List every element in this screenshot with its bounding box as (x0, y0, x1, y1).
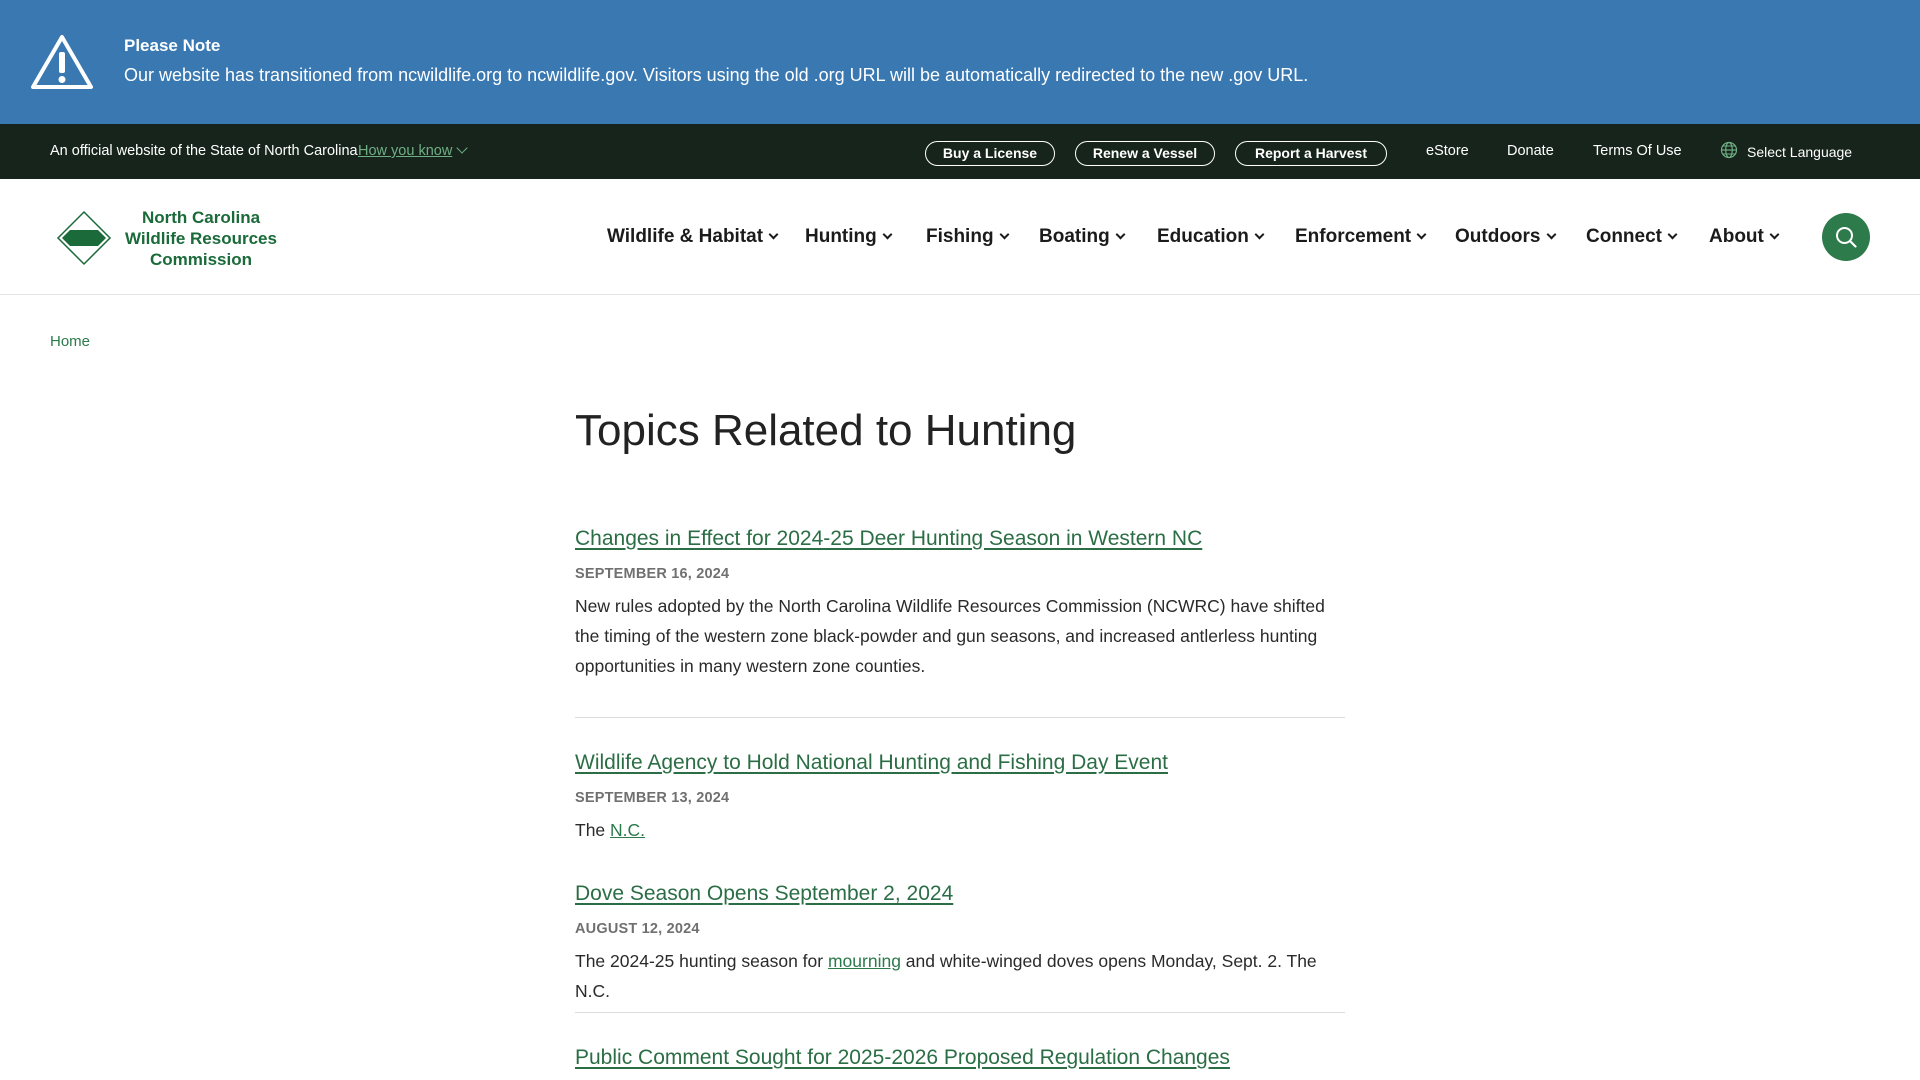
article-summary: The N.C. (575, 815, 1345, 845)
estore-link[interactable]: eStore (1426, 143, 1469, 159)
how-you-know-label: How you know (358, 143, 453, 159)
nav-label: Enforcement (1295, 226, 1412, 247)
site-header: North Carolina Wildlife Resources Commis… (0, 179, 1920, 295)
ncwrc-logo-diamond-icon[interactable] (56, 210, 112, 266)
chevron-down-icon (882, 229, 893, 240)
summary-inline-link[interactable]: N.C. (610, 820, 645, 840)
nav-label: Wildlife & Habitat (607, 226, 764, 247)
alert-title: Please Note (124, 36, 221, 55)
how-you-know-link[interactable]: How you know (358, 142, 468, 159)
chevron-down-icon (1769, 229, 1780, 240)
buy-license-button[interactable]: Buy a License (925, 141, 1055, 166)
nav-label: Hunting (805, 226, 877, 247)
nav-label: Education (1157, 226, 1249, 247)
chevron-down-icon (1546, 229, 1556, 240)
list-item: Wildlife Agency to Hold National Hunting… (575, 751, 1345, 845)
terms-of-use-link[interactable]: Terms Of Use (1593, 143, 1682, 159)
page-title: Topics Related to Hunting (575, 406, 1077, 455)
logo-line: North Carolina (141, 208, 261, 227)
nav-label: Fishing (926, 226, 994, 247)
list-item: Public Comment Sought for 2025-2026 Prop… (575, 1046, 1345, 1070)
report-harvest-button[interactable]: Report a Harvest (1235, 141, 1387, 166)
nav-item-boating[interactable]: Boating (1039, 226, 1126, 248)
logo-line: Wildlife Resources (125, 229, 277, 248)
renew-vessel-button[interactable]: Renew a Vessel (1075, 141, 1215, 166)
nav-label: Outdoors (1455, 226, 1541, 247)
nav-item-wildlife-habitat[interactable]: Wildlife & Habitat (607, 226, 779, 248)
nav-item-outdoors[interactable]: Outdoors (1455, 226, 1556, 248)
select-language-link[interactable]: Select Language (1747, 144, 1852, 160)
article-summary: The 2024-25 hunting season for mourning … (575, 946, 1345, 1006)
site-logo-text[interactable]: North Carolina Wildlife Resources Commis… (116, 207, 286, 270)
nav-item-hunting[interactable]: Hunting (805, 226, 893, 248)
article-title-link[interactable]: Wildlife Agency to Hold National Hunting… (575, 751, 1345, 775)
nav-item-connect[interactable]: Connect (1586, 226, 1678, 248)
warning-triangle-icon (31, 35, 93, 89)
list-item: Dove Season Opens September 2, 2024 AUGU… (575, 882, 1345, 1006)
nav-item-enforcement[interactable]: Enforcement (1295, 226, 1427, 248)
alert-message: Our website has transitioned from ncwild… (124, 65, 1309, 85)
article-date: SEPTEMBER 13, 2024 (575, 790, 730, 806)
article-date: SEPTEMBER 16, 2024 (575, 566, 730, 582)
divider (575, 1012, 1345, 1013)
article-title-link[interactable]: Dove Season Opens September 2, 2024 (575, 882, 1345, 906)
nav-label: About (1709, 226, 1764, 247)
nav-label: Boating (1039, 226, 1110, 247)
list-item: Changes in Effect for 2024-25 Deer Hunti… (575, 527, 1345, 681)
article-date: AUGUST 12, 2024 (575, 921, 700, 937)
divider (575, 717, 1345, 718)
summary-text: The (575, 820, 611, 840)
chevron-down-icon (456, 142, 468, 154)
summary-text: The 2024-25 hunting season for (575, 951, 828, 971)
donate-link[interactable]: Donate (1507, 143, 1554, 159)
article-title-link[interactable]: Public Comment Sought for 2025-2026 Prop… (575, 1046, 1345, 1070)
globe-icon[interactable] (1720, 141, 1738, 159)
nav-label: Connect (1586, 226, 1662, 247)
official-site-bar: An official website of the State of Nort… (0, 124, 1920, 179)
chevron-down-icon (1115, 229, 1126, 240)
site-alert-banner: Please Note Our website has transitioned… (0, 0, 1920, 124)
nav-item-fishing[interactable]: Fishing (926, 226, 1010, 248)
nav-item-education[interactable]: Education (1157, 226, 1265, 248)
summary-inline-link[interactable]: mourning (828, 951, 901, 971)
chevron-down-icon (1667, 229, 1678, 240)
chevron-down-icon (768, 229, 779, 240)
breadcrumb-home-link[interactable]: Home (50, 333, 90, 350)
chevron-down-icon (999, 229, 1010, 240)
nav-item-about[interactable]: About (1709, 226, 1780, 248)
chevron-down-icon (1416, 229, 1427, 240)
article-title-link[interactable]: Changes in Effect for 2024-25 Deer Hunti… (575, 527, 1345, 551)
chevron-down-icon (1254, 229, 1265, 240)
search-icon (1836, 227, 1857, 248)
article-summary: New rules adopted by the North Carolina … (575, 596, 1325, 676)
logo-line: Commission (149, 250, 253, 269)
search-button[interactable] (1822, 213, 1870, 261)
official-site-notice: An official website of the State of Nort… (50, 143, 358, 159)
